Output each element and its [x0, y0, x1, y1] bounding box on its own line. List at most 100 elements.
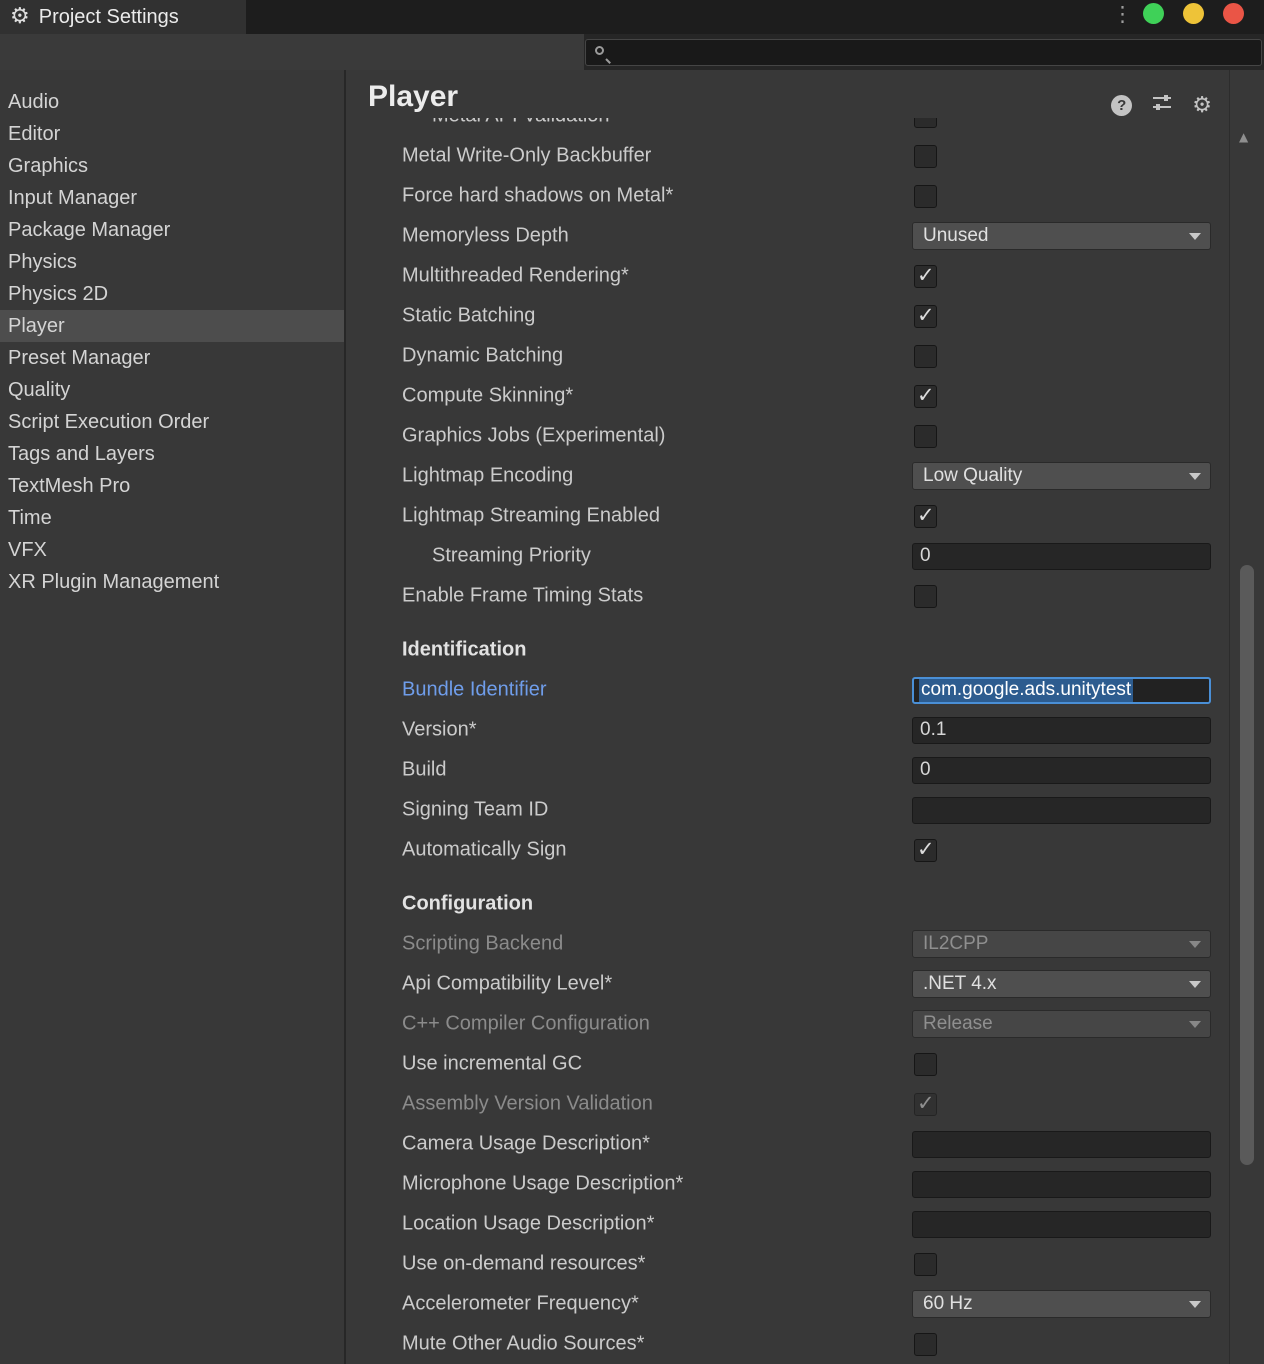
setting-control	[912, 256, 1211, 296]
build-field[interactable]: 0	[912, 757, 1211, 784]
titlebar: ⚙ Project Settings ⋮	[0, 0, 1264, 34]
setting-control	[912, 296, 1211, 336]
sidebar-item-preset-manager[interactable]: Preset Manager	[0, 342, 344, 374]
settings-row: Graphics Jobs (Experimental)	[348, 416, 1228, 456]
setting-label: Enable Frame Timing Stats	[402, 585, 643, 608]
sidebar-item-physics[interactable]: Physics	[0, 246, 344, 278]
graphics-jobs-experimental-checkbox[interactable]	[914, 425, 937, 448]
lightmap-encoding-dropdown[interactable]: Low Quality	[912, 462, 1211, 490]
traffic-light-yellow[interactable]	[1183, 3, 1204, 24]
settings-row: Force hard shadows on Metal*	[348, 176, 1228, 216]
scroll-up-arrow-icon[interactable]: ▲	[1239, 130, 1248, 144]
setting-control	[912, 1084, 1211, 1124]
setting-control: 0	[912, 750, 1211, 790]
setting-label: Signing Team ID	[402, 799, 548, 822]
memoryless-depth-dropdown[interactable]: Unused	[912, 222, 1211, 250]
setting-control	[912, 416, 1211, 456]
setting-label: Lightmap Streaming Enabled	[402, 505, 660, 528]
camera-usage-description-field[interactable]	[912, 1131, 1211, 1158]
sidebar-item-physics-2d[interactable]: Physics 2D	[0, 278, 344, 310]
sidebar-item-vfx[interactable]: VFX	[0, 534, 344, 566]
setting-label: Metal API Validation	[432, 118, 610, 128]
automatically-sign-checkbox[interactable]	[914, 839, 937, 862]
sidebar-item-xr-plugin-management[interactable]: XR Plugin Management	[0, 566, 344, 598]
setting-control	[912, 376, 1211, 416]
settings-row: Assembly Version Validation	[348, 1084, 1228, 1124]
settings-row: Build0	[348, 750, 1228, 790]
settings-row: Multithreaded Rendering*	[348, 256, 1228, 296]
sidebar-item-quality[interactable]: Quality	[0, 374, 344, 406]
setting-control	[912, 1244, 1211, 1284]
sidebar-item-package-manager[interactable]: Package Manager	[0, 214, 344, 246]
sidebar-item-player[interactable]: Player	[0, 310, 344, 342]
microphone-usage-description-field[interactable]	[912, 1171, 1211, 1198]
settings-row: Streaming Priority 0	[348, 536, 1228, 576]
compute-skinning-checkbox[interactable]	[914, 385, 937, 408]
sidebar-item-input-manager[interactable]: Input Manager	[0, 182, 344, 214]
window-controls	[1143, 3, 1244, 24]
settings-row: Mute Other Audio Sources*	[348, 1324, 1228, 1364]
search-box[interactable]	[585, 39, 1262, 66]
setting-label: Compute Skinning*	[402, 385, 573, 408]
section-header-identification: Identification	[348, 630, 1228, 670]
settings-row: Use on-demand resources*	[348, 1244, 1228, 1284]
panel-gear-icon[interactable]: ⚙	[1192, 95, 1212, 117]
static-batching-checkbox[interactable]	[914, 305, 937, 328]
scrollbar-thumb[interactable]	[1240, 565, 1254, 1165]
dropdown-value: Unused	[923, 225, 989, 247]
multithreaded-rendering-checkbox[interactable]	[914, 265, 937, 288]
setting-control: Release	[912, 1004, 1211, 1044]
help-icon[interactable]: ?	[1111, 95, 1132, 116]
setting-control	[912, 336, 1211, 376]
accelerometer-frequency-dropdown[interactable]: 60 Hz	[912, 1290, 1211, 1318]
setting-label: Bundle Identifier	[402, 679, 547, 702]
mute-other-audio-sources-checkbox[interactable]	[914, 1333, 937, 1356]
window-tab-project-settings[interactable]: ⚙ Project Settings	[0, 0, 246, 34]
lightmap-streaming-enabled-checkbox[interactable]	[914, 505, 937, 528]
assembly-version-validation-checkbox	[914, 1093, 937, 1116]
traffic-light-red[interactable]	[1223, 3, 1244, 24]
bundle-identifier-field[interactable]: com.google.ads.unitytest	[912, 677, 1211, 704]
setting-control	[912, 118, 1211, 136]
traffic-light-green[interactable]	[1143, 3, 1164, 24]
dynamic-batching-checkbox[interactable]	[914, 345, 937, 368]
settings-row: Enable Frame Timing Stats	[348, 576, 1228, 616]
use-incremental-gc-checkbox[interactable]	[914, 1053, 937, 1076]
sidebar-item-graphics[interactable]: Graphics	[0, 150, 344, 182]
setting-label: Microphone Usage Description*	[402, 1173, 683, 1196]
sidebar-item-script-execution-order[interactable]: Script Execution Order	[0, 406, 344, 438]
setting-control: Unused	[912, 216, 1211, 256]
section-header-configuration: Configuration	[348, 884, 1228, 924]
enable-frame-timing-stats-checkbox[interactable]	[914, 585, 937, 608]
field-value: com.google.ads.unitytest	[919, 678, 1133, 702]
settings-row: Metal Write-Only Backbuffer	[348, 136, 1228, 176]
settings-row: Signing Team ID	[348, 790, 1228, 830]
setting-control: IL2CPP	[912, 924, 1211, 964]
metal-api-validation-checkbox[interactable]	[914, 118, 937, 128]
setting-label: Api Compatibility Level*	[402, 973, 612, 996]
setting-label: Streaming Priority	[432, 545, 591, 568]
vertical-scrollbar[interactable]: ▲	[1229, 70, 1264, 1364]
sidebar-item-tags-and-layers[interactable]: Tags and Layers	[0, 438, 344, 470]
force-hard-shadows-on-metal-checkbox[interactable]	[914, 185, 937, 208]
sidebar-item-editor[interactable]: Editor	[0, 118, 344, 150]
streaming-priority-field[interactable]: 0	[912, 543, 1211, 570]
setting-label: Location Usage Description*	[402, 1213, 654, 1236]
metal-write-only-backbuffer-checkbox[interactable]	[914, 145, 937, 168]
signing-team-id-field[interactable]	[912, 797, 1211, 824]
search-input[interactable]	[612, 40, 1252, 65]
api-compatibility-level-dropdown[interactable]: .NET 4.x	[912, 970, 1211, 998]
kebab-menu-icon[interactable]: ⋮	[1112, 2, 1133, 26]
location-usage-description-field[interactable]	[912, 1211, 1211, 1238]
sidebar-item-textmesh-pro[interactable]: TextMesh Pro	[0, 470, 344, 502]
setting-label: Graphics Jobs (Experimental)	[402, 425, 665, 448]
setting-label: Multithreaded Rendering*	[402, 265, 629, 288]
setting-control	[912, 790, 1211, 830]
sidebar-item-time[interactable]: Time	[0, 502, 344, 534]
setting-label: Scripting Backend	[402, 933, 563, 956]
use-on-demand-resources-checkbox[interactable]	[914, 1253, 937, 1276]
sidebar-item-audio[interactable]: Audio	[0, 86, 344, 118]
setting-control: 0	[912, 536, 1211, 576]
presets-icon[interactable]	[1152, 94, 1172, 117]
version-field[interactable]: 0.1	[912, 717, 1211, 744]
